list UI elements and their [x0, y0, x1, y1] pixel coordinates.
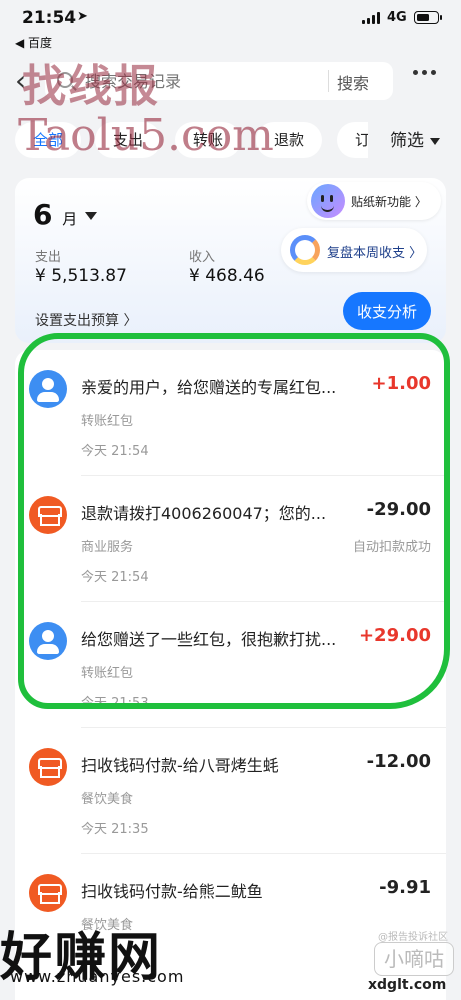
caret-down-icon: [430, 137, 440, 145]
transaction-time: 今天 21:54: [81, 570, 149, 585]
watermark-right-box: 小嘀咕: [374, 942, 454, 976]
income-expense-analysis-button[interactable]: 收支分析: [343, 292, 431, 330]
transaction-status: 自动扣款成功: [352, 540, 431, 555]
search-divider: [328, 70, 329, 92]
income-label: 收入: [189, 250, 216, 265]
expense-label: 支出: [35, 250, 62, 265]
month-number: 6: [33, 198, 53, 231]
transaction-title: 亲爱的用户，给您赠送的专属红包...: [81, 378, 337, 397]
weekly-review-pill[interactable]: 复盘本周收支 〉: [281, 228, 427, 272]
filter-label: 筛选: [390, 131, 424, 151]
ring-chart-icon: [290, 235, 320, 265]
expense-amount: ¥ 5,513.87: [35, 266, 127, 286]
transaction-category: 餐饮美食: [81, 792, 134, 807]
location-arrow-icon: ➤: [77, 9, 88, 24]
network-type: 4G: [387, 10, 407, 25]
transaction-amount: -12.00: [366, 751, 431, 772]
month-selector[interactable]: 6 月: [33, 198, 98, 231]
transaction-time: 今天 21:53: [81, 696, 149, 711]
transaction-row[interactable]: 退款请拨打4006260047；您的... -29.00 商业服务 自动扣款成功…: [15, 476, 446, 602]
user-icon: [29, 622, 67, 660]
watermark-top-latin: Taolu5.com: [18, 110, 274, 161]
transaction-list: 亲爱的用户，给您赠送的专属红包... +1.00 转账红包 今天 21:54 退…: [15, 350, 446, 1000]
filter-button[interactable]: 筛选: [390, 126, 440, 151]
sticker-feature-pill[interactable]: 贴纸新功能 〉: [307, 182, 441, 220]
transaction-title: 扫收钱码付款-给八哥烤生蚝: [81, 756, 279, 775]
transaction-amount: +29.00: [358, 625, 431, 646]
signal-icon: [362, 12, 380, 24]
sticker-face-icon: [311, 184, 345, 218]
status-bar: 21:54 ➤ 4G: [0, 0, 461, 34]
month-unit: 月: [62, 210, 78, 228]
back-to-app-link[interactable]: ◀ 百度: [15, 34, 52, 51]
transaction-category: 商业服务: [81, 540, 134, 555]
income-amount: ¥ 468.46: [189, 266, 265, 286]
battery-icon: [414, 11, 442, 24]
weekly-review-label: 复盘本周收支 〉: [327, 246, 423, 261]
watermark-right-url: xdglt.com: [368, 977, 447, 993]
transaction-title: 退款请拨打4006260047；您的...: [81, 504, 327, 523]
set-budget-link[interactable]: 设置支出预算 〉: [35, 310, 137, 330]
transaction-row[interactable]: 扫收钱码付款-给八哥烤生蚝 -12.00 餐饮美食 今天 21:35: [15, 728, 446, 854]
monthly-summary-card: 6 月 支出 ¥ 5,513.87 收入 ¥ 468.46 设置支出预算 〉 贴…: [15, 178, 446, 343]
status-time: 21:54: [22, 8, 77, 28]
transaction-title: 给您赠送了一些红包，很抱歉打扰...: [81, 630, 337, 649]
watermark-top-chinese: 找线报: [22, 61, 160, 112]
transaction-row[interactable]: 亲爱的用户，给您赠送的专属红包... +1.00 转账红包 今天 21:54: [15, 350, 446, 476]
sticker-feature-label: 贴纸新功能 〉: [351, 195, 427, 209]
transaction-category: 转账红包: [81, 666, 134, 681]
transaction-title: 扫收钱码付款-给熊二鱿鱼: [81, 882, 263, 901]
watermark-right-tag: @报告投诉社区: [378, 932, 448, 943]
caret-down-icon: [85, 212, 98, 220]
transaction-amount: -9.91: [379, 877, 431, 898]
battery-fill: [416, 13, 429, 21]
watermark-bottom-url: www.zhuanyes.com: [10, 967, 185, 986]
transaction-time: 今天 21:54: [81, 444, 149, 459]
shop-icon: [29, 748, 67, 786]
transaction-amount: +1.00: [371, 373, 432, 394]
transaction-amount: -29.00: [366, 499, 431, 520]
transaction-category: 转账红包: [81, 414, 134, 429]
user-icon: [29, 370, 67, 408]
shop-icon: [29, 874, 67, 912]
transaction-row[interactable]: 给您赠送了一些红包，很抱歉打扰... +29.00 转账红包 今天 21:53: [15, 602, 446, 728]
more-icon[interactable]: [413, 70, 436, 75]
transaction-time: 今天 21:35: [81, 822, 149, 837]
search-button[interactable]: 搜索: [337, 70, 369, 94]
shop-icon: [29, 496, 67, 534]
